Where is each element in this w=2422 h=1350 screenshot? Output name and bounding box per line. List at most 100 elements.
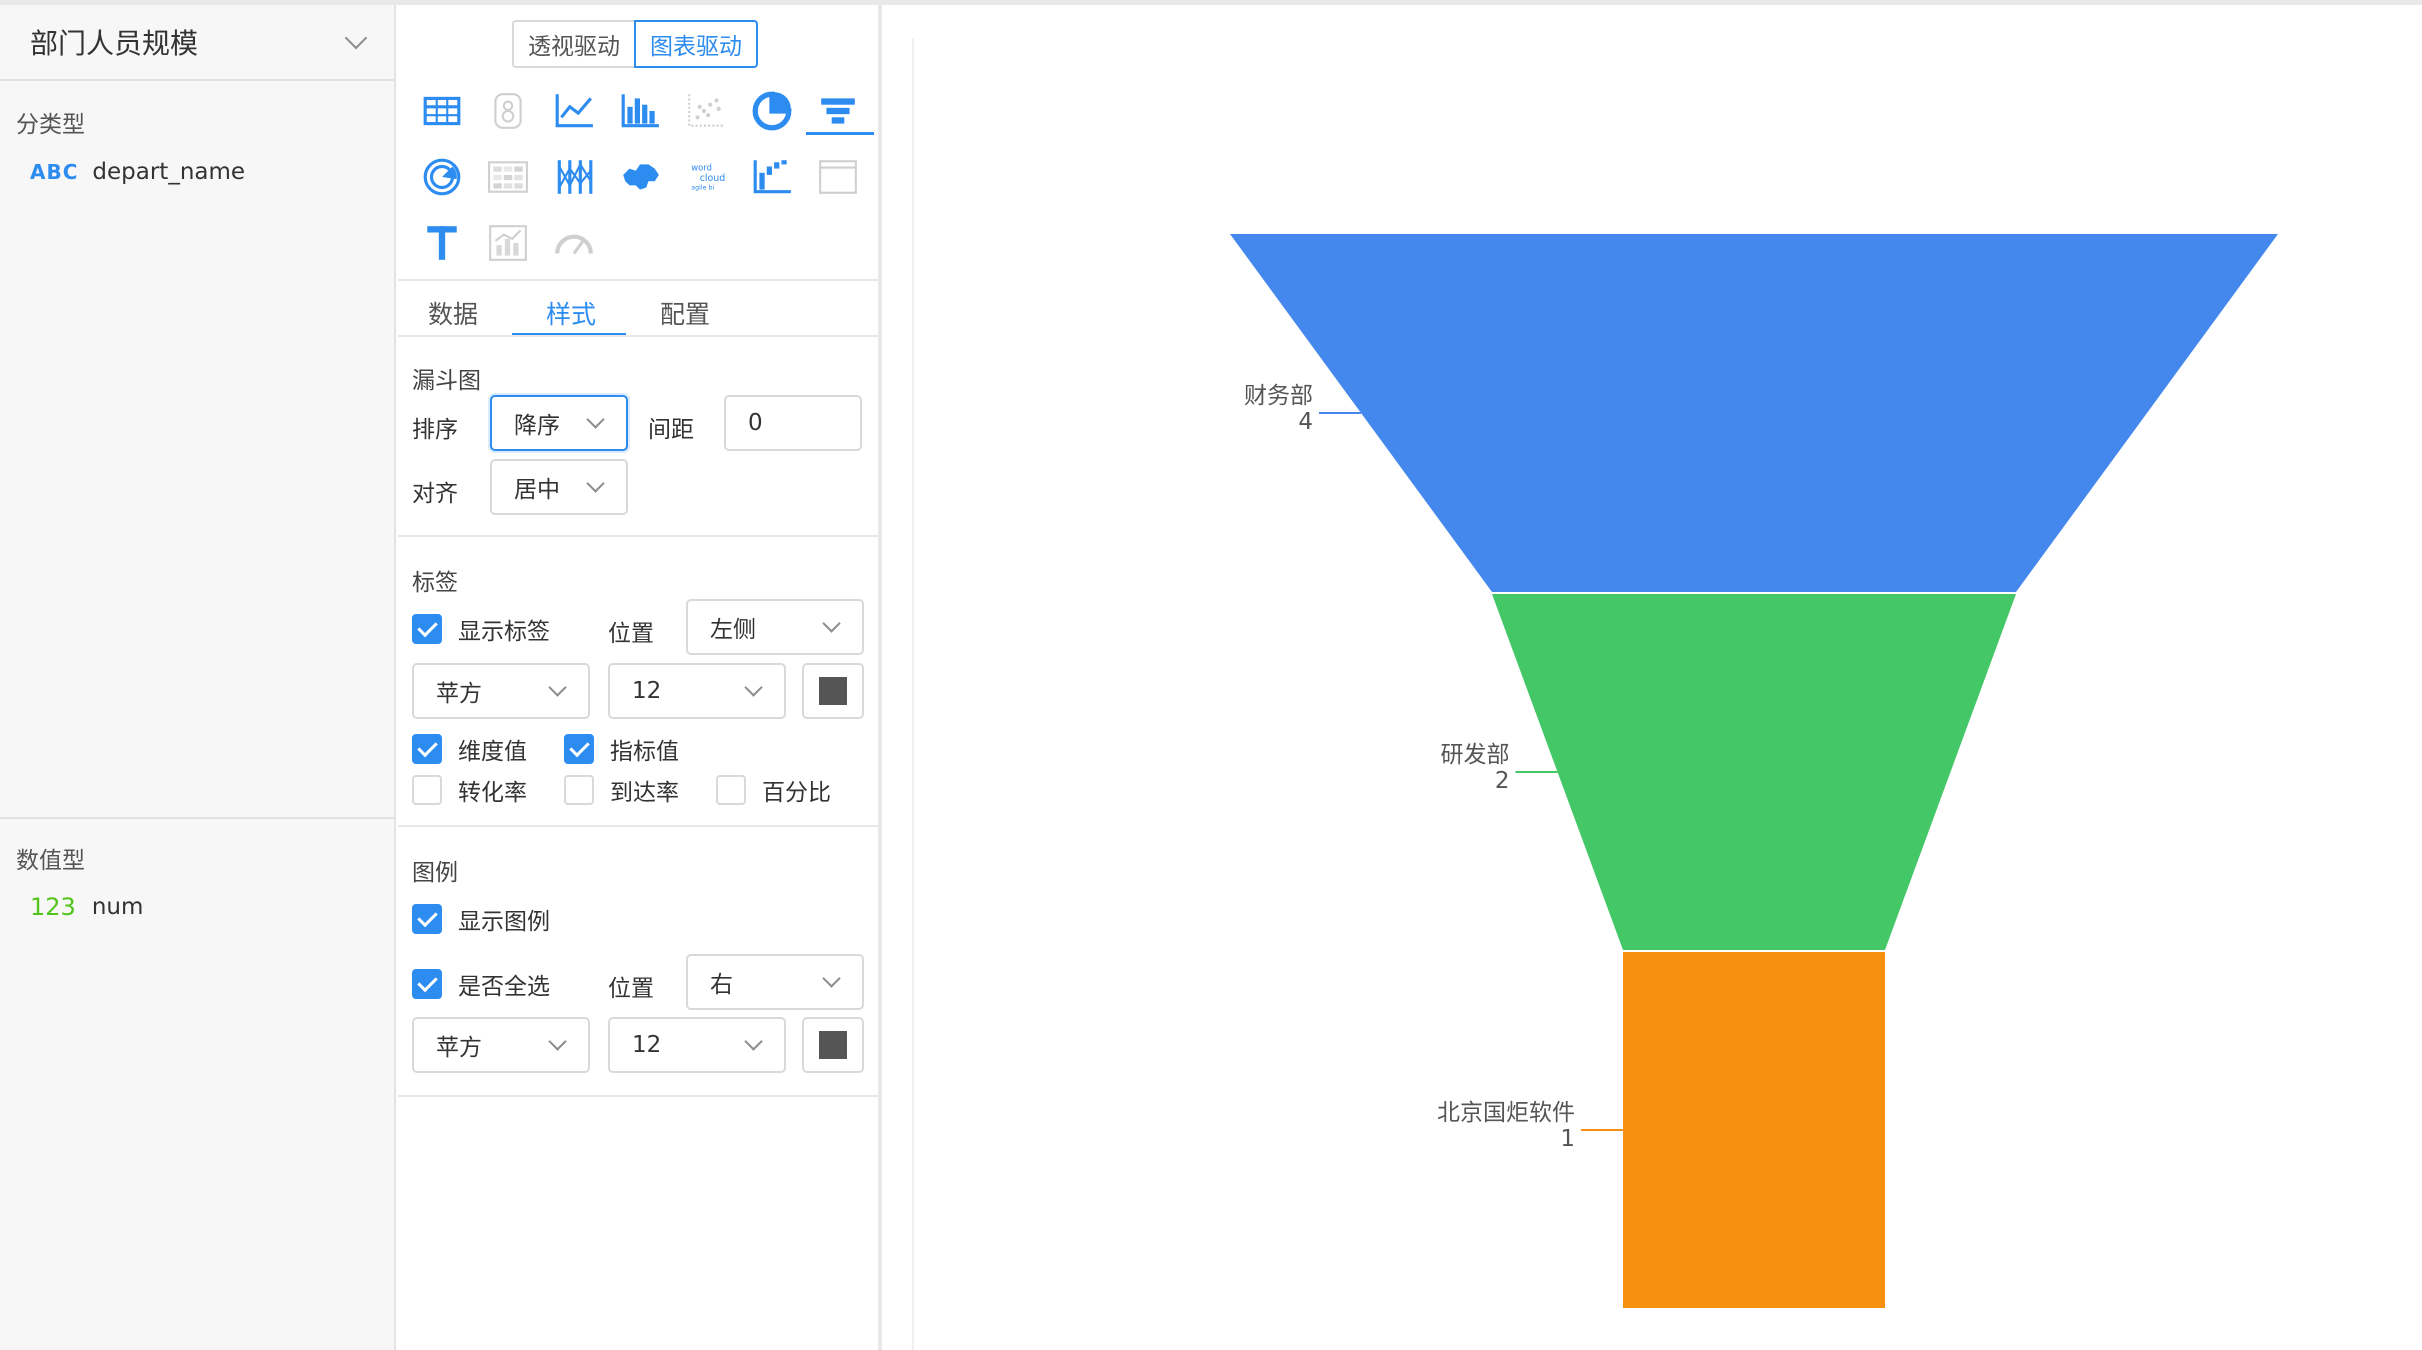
sort-select[interactable]: 降序 bbox=[490, 395, 628, 451]
checkbox-unchecked-icon bbox=[564, 775, 594, 805]
chevron-down-icon bbox=[586, 410, 605, 429]
gauge-icon[interactable] bbox=[550, 219, 598, 267]
legend-font-select[interactable]: 苹方 bbox=[412, 1017, 590, 1073]
dimension-value-checkbox[interactable]: 维度值 bbox=[412, 732, 527, 766]
select-all-text: 是否全选 bbox=[458, 974, 550, 1000]
gap-input[interactable]: 0 bbox=[724, 395, 862, 451]
pie-chart-icon[interactable] bbox=[748, 87, 796, 135]
funnel-chart: 财务部4 研发部2 北京国炬软件1 bbox=[1230, 234, 2278, 1308]
checkbox-checked-icon bbox=[412, 734, 442, 764]
legend-size-value: 12 bbox=[632, 1032, 662, 1058]
checkbox-checked-icon bbox=[412, 969, 442, 999]
radar-icon[interactable] bbox=[418, 153, 466, 201]
tab-style[interactable]: 样式 bbox=[546, 295, 596, 331]
combo-chart-icon[interactable] bbox=[484, 219, 532, 267]
measure-value-text: 指标值 bbox=[610, 739, 679, 765]
heatmap-icon[interactable] bbox=[484, 153, 532, 201]
field-item-depart-name[interactable]: ABC depart_name bbox=[30, 159, 245, 185]
align-label: 对齐 bbox=[412, 481, 458, 507]
color-swatch bbox=[819, 677, 847, 705]
text-type-icon: ABC bbox=[30, 160, 79, 184]
chevron-down-icon bbox=[822, 614, 841, 633]
divider bbox=[398, 335, 878, 337]
divider bbox=[398, 825, 878, 827]
china-map-icon[interactable] bbox=[616, 153, 664, 201]
funnel-icon[interactable] bbox=[814, 87, 862, 135]
chevron-down-icon bbox=[744, 1032, 763, 1051]
active-chart-indicator bbox=[806, 132, 874, 135]
legend-font-value: 苹方 bbox=[436, 1035, 482, 1061]
number-card-icon[interactable] bbox=[484, 87, 532, 135]
checkbox-checked-icon bbox=[412, 614, 442, 644]
arrival-rate-checkbox[interactable]: 到达率 bbox=[564, 773, 679, 807]
legend-position-label: 位置 bbox=[608, 976, 654, 1002]
chevron-down-icon bbox=[586, 474, 605, 493]
dataset-title: 部门人员规模 bbox=[30, 27, 199, 60]
bar-chart-icon[interactable] bbox=[616, 87, 664, 135]
checkbox-checked-icon bbox=[564, 734, 594, 764]
show-label-checkbox[interactable]: 显示标签 bbox=[412, 612, 550, 646]
label-size-value: 12 bbox=[632, 678, 662, 704]
align-value: 居中 bbox=[514, 477, 560, 503]
label-size-select[interactable]: 12 bbox=[608, 663, 786, 719]
percent-checkbox[interactable]: 百分比 bbox=[716, 773, 831, 807]
pivot-mode-button[interactable]: 透视驱动 bbox=[512, 20, 634, 68]
label-position-select[interactable]: 左侧 bbox=[686, 599, 864, 655]
field-item-num[interactable]: 123 num bbox=[30, 893, 143, 921]
divider bbox=[398, 535, 878, 537]
show-label-text: 显示标签 bbox=[458, 619, 550, 645]
legend-group-title: 图例 bbox=[412, 860, 458, 886]
scatter-icon[interactable] bbox=[682, 87, 730, 135]
chevron-down-icon bbox=[822, 969, 841, 988]
conversion-rate-checkbox[interactable]: 转化率 bbox=[412, 773, 527, 807]
label-font-value: 苹方 bbox=[436, 681, 482, 707]
svg-text:cloud: cloud bbox=[700, 173, 726, 184]
sort-label: 排序 bbox=[412, 417, 458, 443]
label-group-title: 标签 bbox=[412, 570, 458, 596]
funnel-group-title: 漏斗图 bbox=[412, 368, 481, 394]
frame-icon[interactable] bbox=[814, 153, 862, 201]
label-position-value: 左侧 bbox=[710, 617, 756, 643]
align-select[interactable]: 居中 bbox=[490, 459, 628, 515]
funnel-segment[interactable] bbox=[1492, 594, 2016, 950]
dimension-value-text: 维度值 bbox=[458, 739, 527, 765]
measure-value-checkbox[interactable]: 指标值 bbox=[564, 732, 679, 766]
label-position-label: 位置 bbox=[608, 621, 654, 647]
funnel-segment[interactable] bbox=[1230, 234, 2278, 592]
chevron-down-icon bbox=[548, 678, 567, 697]
parallel-icon[interactable] bbox=[550, 153, 598, 201]
config-panel: 透视驱动 图表驱动 word cloud agile bi 数据 样式 配置 漏… bbox=[398, 5, 882, 1350]
funnel-value-label: 1 bbox=[1560, 1126, 1575, 1152]
legend-position-select[interactable]: 右 bbox=[686, 954, 864, 1010]
field-name: num bbox=[91, 894, 144, 920]
legend-size-select[interactable]: 12 bbox=[608, 1017, 786, 1073]
gap-value: 0 bbox=[748, 410, 763, 436]
waterfall-icon[interactable] bbox=[748, 153, 796, 201]
dimension-section-title: 分类型 bbox=[16, 112, 85, 138]
field-panel: 部门人员规模 分类型 ABC depart_name 数值型 123 num bbox=[0, 5, 396, 1350]
measure-section-title: 数值型 bbox=[16, 848, 85, 874]
settings-tabs: 数据 样式 配置 bbox=[398, 281, 878, 337]
tab-config[interactable]: 配置 bbox=[660, 295, 710, 331]
svg-text:agile bi: agile bi bbox=[691, 185, 714, 192]
chart-mode-button[interactable]: 图表驱动 bbox=[634, 20, 758, 68]
legend-position-value: 右 bbox=[710, 972, 733, 998]
label-color-picker[interactable] bbox=[802, 663, 864, 719]
svg-text:word: word bbox=[691, 163, 712, 173]
chevron-down-icon bbox=[744, 678, 763, 697]
funnel-value-label: 2 bbox=[1495, 768, 1510, 794]
table-icon[interactable] bbox=[418, 87, 466, 135]
funnel-category-label: 财务部 bbox=[1244, 383, 1313, 409]
show-legend-checkbox[interactable]: 显示图例 bbox=[412, 902, 550, 936]
tab-data[interactable]: 数据 bbox=[428, 295, 478, 331]
funnel-segment[interactable] bbox=[1623, 952, 1885, 1308]
text-icon[interactable] bbox=[418, 219, 466, 267]
legend-color-picker[interactable] bbox=[802, 1017, 864, 1073]
dataset-selector[interactable]: 部门人员规模 bbox=[0, 5, 394, 81]
label-font-select[interactable]: 苹方 bbox=[412, 663, 590, 719]
field-name: depart_name bbox=[92, 159, 246, 185]
select-all-checkbox[interactable]: 是否全选 bbox=[412, 967, 550, 1001]
word-cloud-icon[interactable]: word cloud agile bi bbox=[682, 153, 730, 201]
line-chart-icon[interactable] bbox=[550, 87, 598, 135]
chevron-down-icon bbox=[344, 26, 368, 50]
